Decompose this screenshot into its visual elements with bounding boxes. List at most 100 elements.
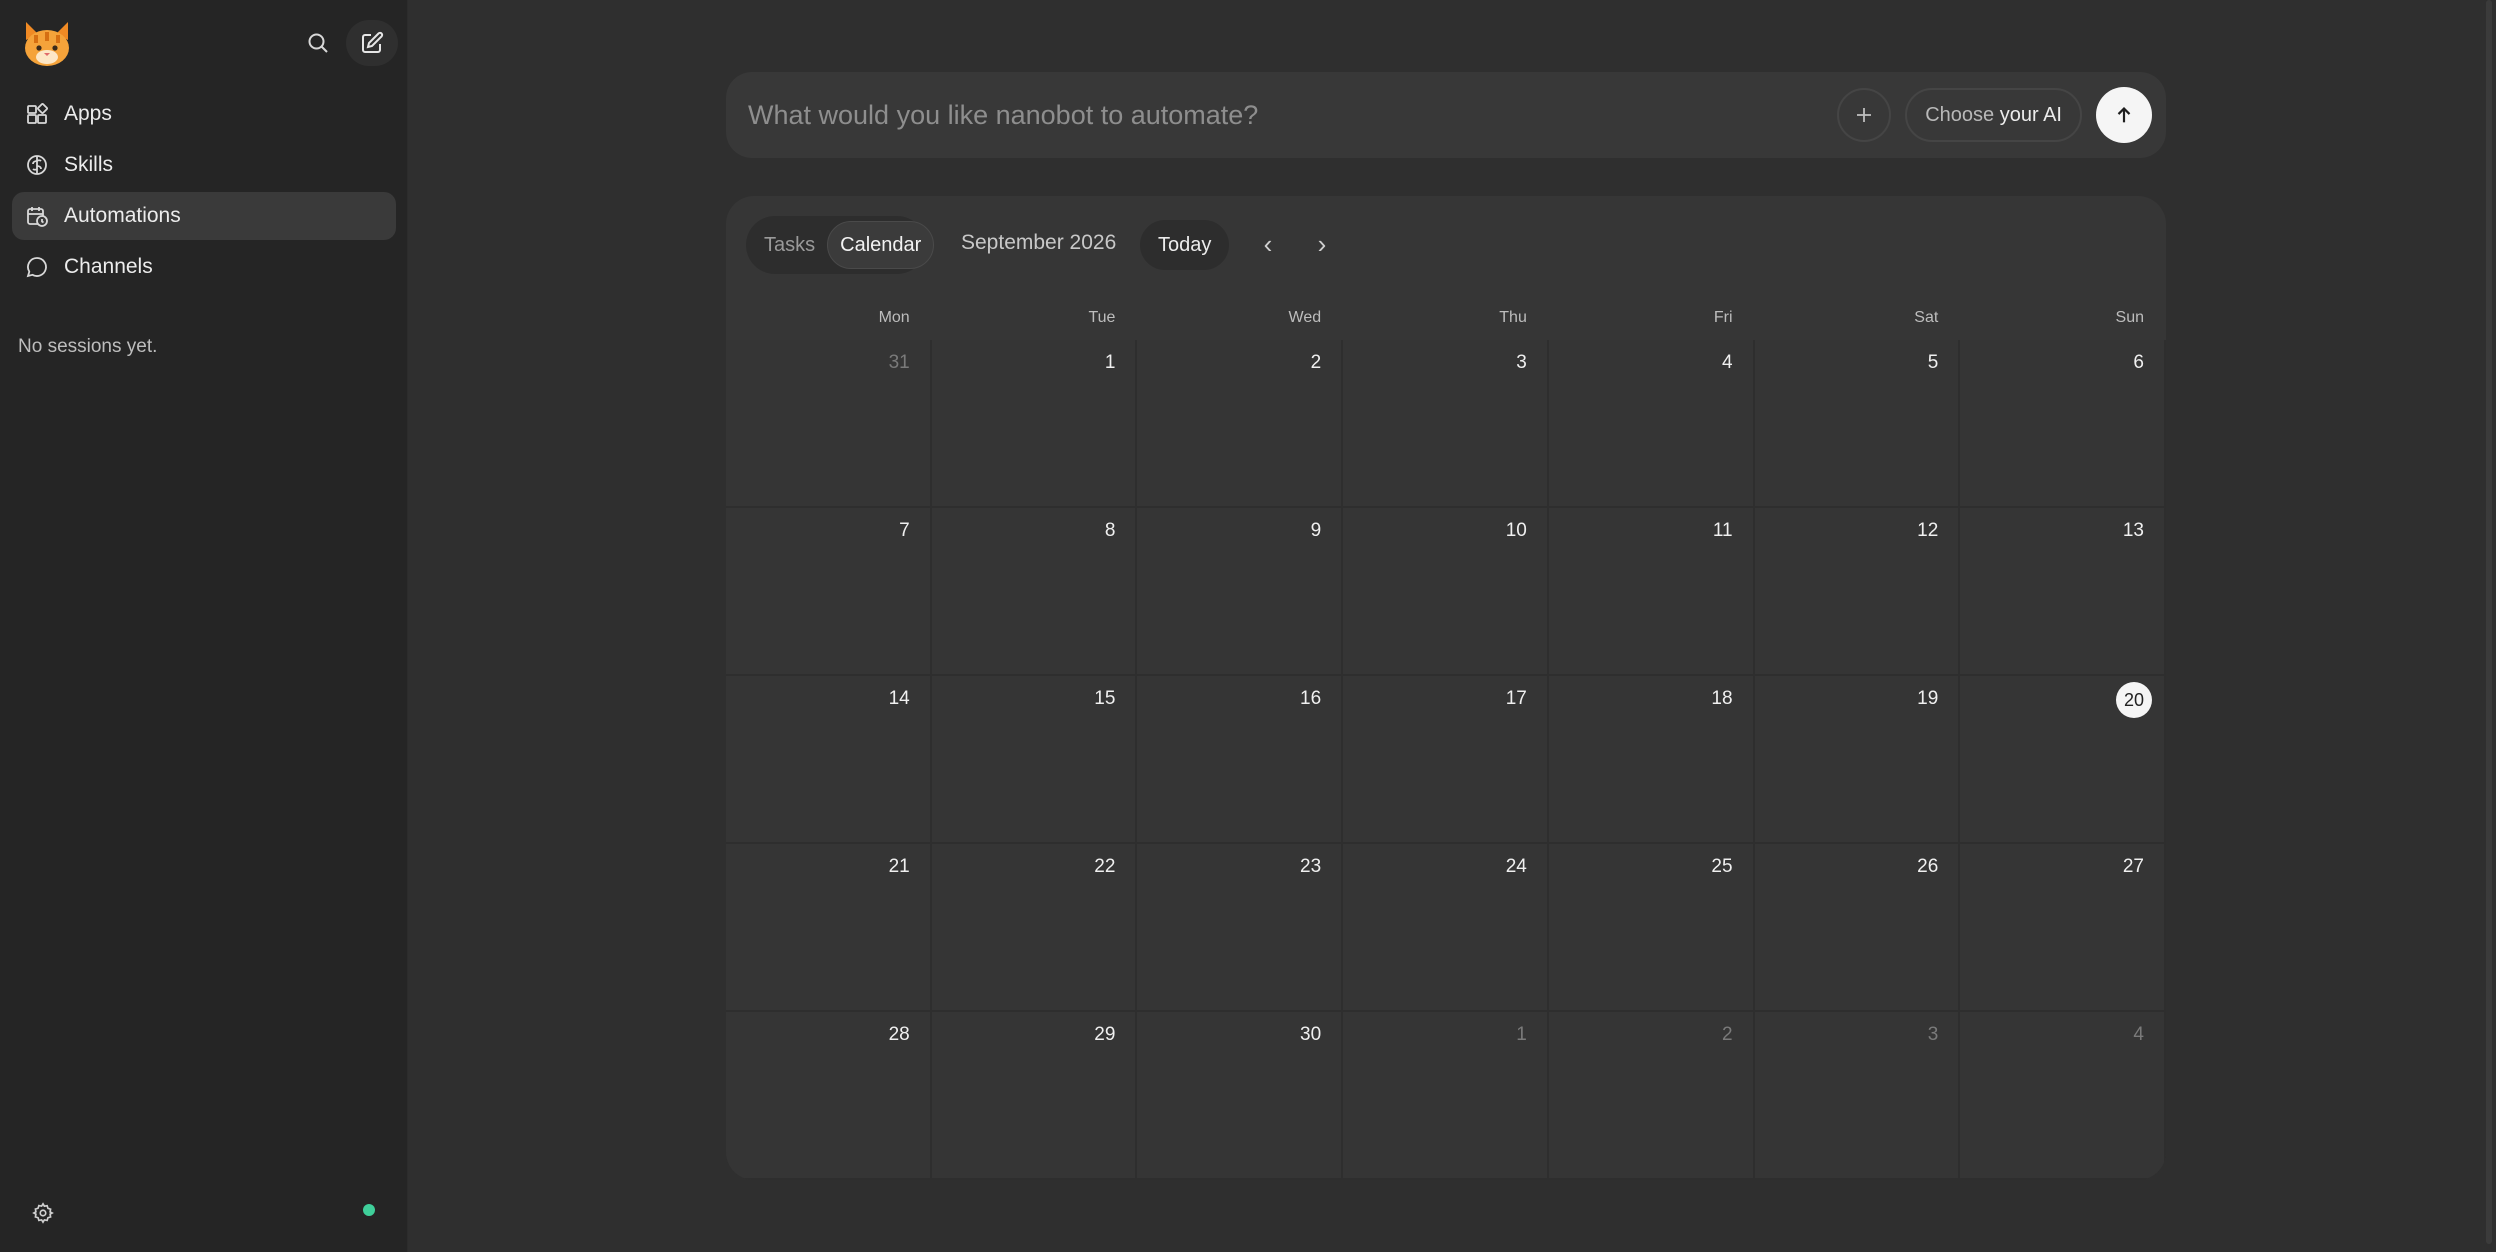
calendar-day[interactable]: 22: [931, 844, 1138, 1012]
calendar-day[interactable]: 4: [1960, 1012, 2166, 1180]
day-number: 14: [888, 688, 910, 709]
model-picker-strong: your AI: [1999, 103, 2062, 126]
arrow-up-icon: [2117, 107, 2131, 123]
calendar-day[interactable]: 15: [931, 676, 1138, 844]
calendar-day[interactable]: 11: [1548, 508, 1755, 676]
calendar-day[interactable]: 9: [1137, 508, 1344, 676]
day-number: 13: [2122, 520, 2144, 541]
calendar-day[interactable]: 16: [1137, 676, 1344, 844]
calendar-day[interactable]: 3: [1754, 1012, 1961, 1180]
scrollbar[interactable]: [2486, 0, 2492, 1244]
day-number: 27: [2122, 856, 2144, 877]
calendar-day[interactable]: 23: [1137, 844, 1344, 1012]
gear-icon[interactable]: [28, 1198, 58, 1228]
calendar-day[interactable]: 25: [1548, 844, 1755, 1012]
day-number: 12: [1917, 520, 1939, 541]
day-number: 15: [1094, 688, 1116, 709]
calendar-day[interactable]: 29: [931, 1012, 1138, 1180]
day-number: 5: [1927, 352, 1939, 373]
day-number: 1: [1516, 1024, 1527, 1045]
calendar-day[interactable]: 28: [726, 1012, 932, 1180]
calendar-day[interactable]: 1: [931, 340, 1138, 508]
day-number: 2: [1721, 1024, 1733, 1045]
day-number: 25: [1711, 856, 1733, 877]
cat-logo-icon[interactable]: [20, 18, 74, 68]
calendar-day[interactable]: 21: [726, 844, 932, 1012]
today-button[interactable]: Today: [1140, 220, 1230, 270]
chat-bubble-icon: [24, 254, 50, 280]
calendar-day[interactable]: 5: [1754, 340, 1961, 508]
day-number: 9: [1310, 520, 1322, 541]
day-number: 10: [1505, 520, 1527, 541]
sidebar-item-channels[interactable]: Channels: [12, 243, 396, 291]
calendar-panel: Tasks Calendar September 2026 Today ‹ › …: [726, 196, 2166, 1180]
calendar-grid: 31 1 2 3 4 5 6 7 8 9 10 11 12 13 14 15 16 17 18 19 20 21 22 23 2…: [726, 340, 2166, 1180]
calendar-day[interactable]: 3: [1343, 340, 1549, 508]
day-number: 26: [1917, 856, 1939, 877]
day-number: 17: [1505, 688, 1527, 709]
weekday-label: Thu: [1499, 309, 1527, 326]
sidebar-item-apps[interactable]: Apps: [12, 90, 396, 138]
day-number: 11: [1712, 520, 1733, 541]
calendar-day[interactable]: 13: [1960, 508, 2166, 676]
calendar-day[interactable]: 4: [1548, 340, 1755, 508]
prompt-input[interactable]: [748, 85, 1838, 145]
sidebar-item-label: Apps: [64, 102, 112, 125]
calendar-day[interactable]: 31: [726, 340, 932, 508]
calendar-day[interactable]: 7: [726, 508, 932, 676]
calendar-day[interactable]: 8: [931, 508, 1138, 676]
attach-button[interactable]: [1837, 88, 1892, 142]
next-month-button[interactable]: ›: [1304, 226, 1340, 262]
weekday-header: Mon Tue Wed Thu Fri Sat Sun: [726, 296, 2166, 340]
calendar-day[interactable]: 17: [1343, 676, 1549, 844]
calendar-clock-icon: [24, 203, 50, 229]
calendar-day[interactable]: 10: [1343, 508, 1549, 676]
calendar-day[interactable]: 30: [1137, 1012, 1344, 1180]
day-number: 7: [899, 520, 910, 541]
plus-icon: [1857, 108, 1872, 122]
send-button[interactable]: [2096, 87, 2152, 143]
sidebar-item-label: Channels: [64, 255, 153, 278]
search-icon[interactable]: [300, 25, 336, 61]
day-number: 8: [1104, 520, 1116, 541]
calendar-day[interactable]: 24: [1343, 844, 1549, 1012]
calendar-day-today[interactable]: 20: [1960, 676, 2166, 844]
sidebar-item-label: Automations: [64, 204, 181, 227]
calendar-day[interactable]: 2: [1137, 340, 1344, 508]
calendar-day[interactable]: 1: [1343, 1012, 1549, 1180]
day-number: 20: [2115, 682, 2152, 718]
calendar-day[interactable]: 27: [1960, 844, 2166, 1012]
day-number: 28: [888, 1024, 910, 1045]
sidebar-item-automations[interactable]: Automations: [12, 192, 396, 240]
calendar-day[interactable]: 14: [726, 676, 932, 844]
calendar-day[interactable]: 19: [1754, 676, 1961, 844]
new-session-button[interactable]: [346, 20, 398, 66]
sidebar-nav: Apps Skills Automations Channels: [12, 90, 396, 294]
sidebar-item-label: Skills: [64, 153, 114, 176]
weekday-label: Fri: [1713, 309, 1733, 326]
day-number: 19: [1917, 688, 1939, 709]
connection-status-dot: [363, 1204, 375, 1216]
calendar-day[interactable]: 6: [1960, 340, 2166, 508]
model-picker-prefix: Choose: [1925, 103, 1995, 126]
prev-month-button[interactable]: ‹: [1250, 226, 1286, 262]
sidebar-item-skills[interactable]: Skills: [12, 141, 396, 189]
calendar-day[interactable]: 12: [1754, 508, 1961, 676]
calendar-day[interactable]: 26: [1754, 844, 1961, 1012]
day-number: 4: [2133, 1024, 2144, 1045]
model-picker-button[interactable]: Choose your AI: [1905, 88, 2082, 142]
day-number: 31: [888, 352, 910, 373]
calendar-day[interactable]: 18: [1548, 676, 1755, 844]
tab-tasks[interactable]: Tasks: [752, 221, 827, 269]
calendar-toolbar: Tasks Calendar September 2026 Today ‹ ›: [726, 196, 2166, 296]
apps-icon: [24, 101, 50, 127]
weekday-label: Tue: [1088, 309, 1116, 326]
day-number: 18: [1711, 688, 1733, 709]
day-number: 3: [1516, 352, 1527, 373]
day-number: 21: [888, 856, 910, 877]
tab-calendar[interactable]: Calendar: [827, 221, 935, 269]
month-label: September 2026: [961, 231, 1117, 254]
app-root: Apps Skills Automations Channels No sess…: [0, 0, 2496, 1252]
day-number: 29: [1094, 1024, 1116, 1045]
calendar-day[interactable]: 2: [1548, 1012, 1755, 1180]
